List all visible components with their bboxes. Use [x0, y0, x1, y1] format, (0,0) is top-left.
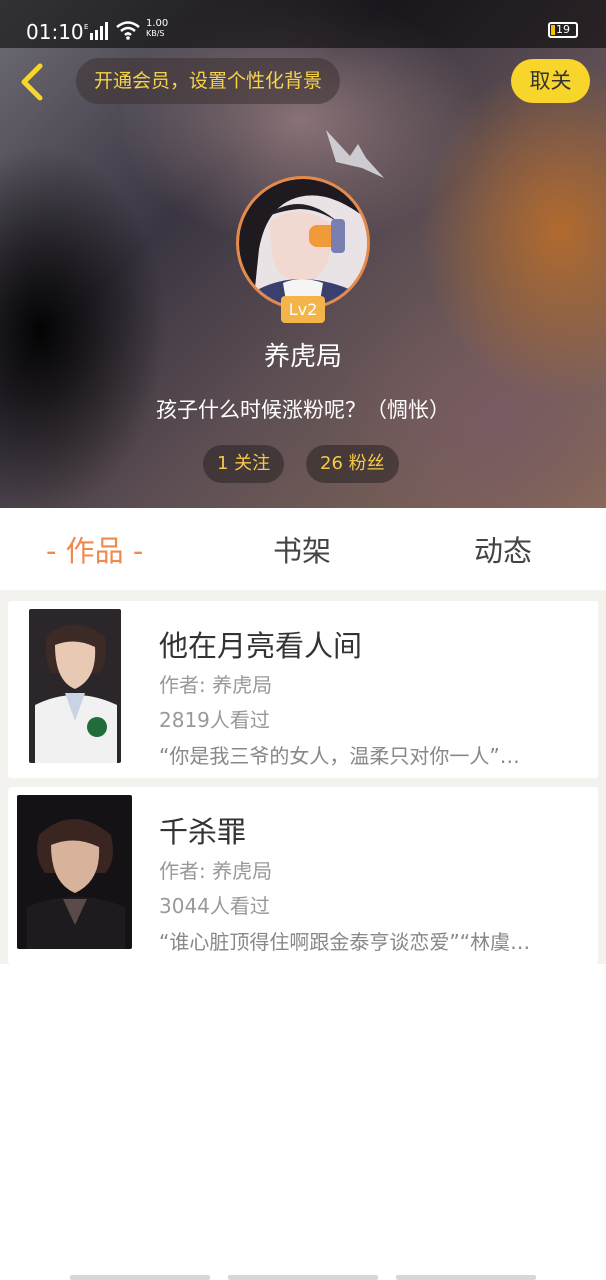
signal-icon: E	[84, 22, 108, 40]
username: 养虎局	[263, 342, 342, 372]
work-views: 3044人看过	[159, 894, 270, 918]
book-cover-image	[17, 795, 132, 949]
network-speed-unit: KB/S	[146, 29, 165, 38]
tab-activity[interactable]: 动态	[474, 528, 532, 570]
tab-works[interactable]: - 作品 -	[46, 528, 143, 570]
tab-bookshelf[interactable]: 书架	[273, 528, 331, 570]
tab-bar: - 作品 - 书架 动态	[0, 508, 606, 590]
user-bio: 孩子什么时候涨粉呢？（惆怅）	[156, 398, 450, 422]
network-speed: 1.00 KB/S	[146, 19, 176, 39]
nav-hint-right	[396, 1275, 536, 1280]
book-cover-image	[29, 609, 121, 763]
avatar-image	[239, 179, 367, 307]
list-item[interactable]: 他在月亮看人间 作者: 养虎局 2819人看过 “你是我三爷的女人，温柔只对你一…	[8, 601, 598, 778]
book-cover	[29, 609, 121, 763]
unfollow-button[interactable]: 取关	[511, 59, 590, 103]
nav-hint-left	[70, 1275, 210, 1280]
book-cover	[17, 795, 132, 949]
list-item[interactable]: 千杀罪 作者: 养虎局 3044人看过 “谁心脏顶得住啊跟金泰亨谈恋爱”“林虞…	[8, 787, 598, 964]
level-badge: Lv2	[281, 296, 325, 323]
battery-percent: 19	[556, 23, 570, 36]
vip-background-banner[interactable]: 开通会员，设置个性化背景	[76, 58, 341, 104]
work-title: 他在月亮看人间	[159, 629, 363, 663]
followers-count[interactable]: 26 粉丝	[306, 445, 399, 483]
status-bar: 01:10 E 1.00 KB/S 19	[0, 0, 606, 48]
work-author: 作者: 养虎局	[159, 859, 273, 883]
network-speed-value: 1.00	[146, 18, 169, 29]
work-author: 作者: 养虎局	[159, 673, 273, 697]
nav-hint-center	[228, 1275, 378, 1280]
work-views: 2819人看过	[159, 708, 270, 732]
battery-level	[551, 25, 555, 35]
work-excerpt: “你是我三爷的女人，温柔只对你一人”…	[159, 744, 520, 768]
svg-text:E: E	[84, 23, 88, 31]
status-time: 01:10	[26, 20, 84, 44]
work-title: 千杀罪	[159, 815, 247, 849]
battery-icon: 19	[548, 22, 578, 38]
wifi-icon	[116, 21, 140, 40]
back-arrow-icon[interactable]	[14, 60, 50, 104]
work-excerpt: “谁心脏顶得住啊跟金泰亨谈恋爱”“林虞…	[159, 930, 531, 954]
works-list: 他在月亮看人间 作者: 养虎局 2819人看过 “你是我三爷的女人，温柔只对你一…	[0, 590, 606, 964]
profile-header: 01:10 E 1.00 KB/S 19 开通会员，设置个性化背景 取关 Lv2…	[0, 0, 606, 508]
avatar[interactable]	[236, 176, 370, 310]
following-count[interactable]: 1 关注	[203, 445, 285, 483]
